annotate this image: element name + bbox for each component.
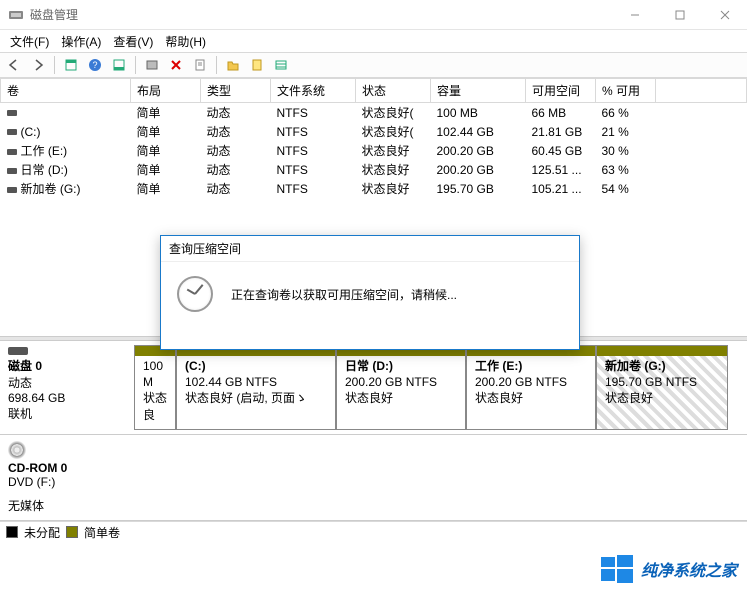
- app-icon: [8, 7, 24, 23]
- window-title: 磁盘管理: [30, 6, 612, 23]
- col-status[interactable]: 状态: [356, 79, 431, 103]
- legend: 未分配 简单卷: [0, 521, 747, 543]
- partition[interactable]: 日常 (D:)200.20 GB NTFS状态良好: [336, 345, 466, 430]
- partition[interactable]: 工作 (E:)200.20 GB NTFS状态良好: [466, 345, 596, 430]
- cdrom-state: 无媒体: [8, 497, 122, 514]
- note-icon[interactable]: [247, 55, 267, 75]
- separator: [54, 56, 55, 74]
- watermark-text: 纯净系统之家: [641, 557, 737, 581]
- col-type[interactable]: 类型: [201, 79, 271, 103]
- separator: [216, 56, 217, 74]
- table-row[interactable]: 工作 (E:)简单动态NTFS状态良好200.20 GB60.45 GB30 %: [1, 141, 747, 160]
- delete-icon[interactable]: [166, 55, 186, 75]
- cdrom-partition-map: [130, 435, 747, 520]
- col-spacer: [656, 79, 747, 103]
- titlebar: 磁盘管理: [0, 0, 747, 30]
- disk-header: 磁盘 0: [8, 357, 122, 374]
- partition[interactable]: (C:)102.44 GB NTFS状态良好 (启动, 页面ゝ: [176, 345, 336, 430]
- menu-help[interactable]: 帮助(H): [159, 31, 212, 52]
- help-icon[interactable]: ?: [85, 55, 105, 75]
- cdrom-info[interactable]: CD-ROM 0 DVD (F:) 无媒体: [0, 435, 130, 520]
- disk-icon: [8, 347, 28, 355]
- shrink-query-dialog: 查询压缩空间 正在查询卷以获取可用压缩空间，请稍候...: [160, 235, 580, 350]
- disk-info[interactable]: 磁盘 0 动态 698.64 GB 联机: [0, 341, 130, 434]
- menu-view[interactable]: 查看(V): [107, 31, 159, 52]
- col-volume[interactable]: 卷: [1, 79, 131, 103]
- forward-button[interactable]: [28, 55, 48, 75]
- disk-row-0: 磁盘 0 动态 698.64 GB 联机 100 M状态良(C:)102.44 …: [0, 341, 747, 435]
- menu-action[interactable]: 操作(A): [55, 31, 107, 52]
- close-button[interactable]: [702, 0, 747, 30]
- dialog-titlebar[interactable]: 查询压缩空间: [161, 236, 579, 262]
- volume-icon: [7, 187, 17, 193]
- toolbar: ?: [0, 52, 747, 78]
- back-button[interactable]: [4, 55, 24, 75]
- legend-unallocated: 未分配: [24, 524, 60, 541]
- folder-icon[interactable]: [223, 55, 243, 75]
- cdrom-header: CD-ROM 0: [8, 461, 122, 475]
- dialog-body: 正在查询卷以获取可用压缩空间，请稍候...: [161, 262, 579, 326]
- volume-icon: [7, 149, 17, 155]
- graphical-view: 磁盘 0 动态 698.64 GB 联机 100 M状态良(C:)102.44 …: [0, 341, 747, 521]
- watermark-icon: [601, 555, 635, 583]
- disk-state: 联机: [8, 405, 122, 422]
- volume-icon: [7, 110, 17, 116]
- dialog-message: 正在查询卷以获取可用压缩空间，请稍候...: [231, 286, 457, 303]
- properties-icon[interactable]: [190, 55, 210, 75]
- table-row[interactable]: 新加卷 (G:)简单动态NTFS状态良好195.70 GB105.21 ...5…: [1, 179, 747, 198]
- disk-size: 698.64 GB: [8, 391, 122, 405]
- menubar: 文件(F) 操作(A) 查看(V) 帮助(H): [0, 30, 747, 52]
- volume-icon: [7, 129, 17, 135]
- separator: [135, 56, 136, 74]
- menu-file[interactable]: 文件(F): [4, 31, 55, 52]
- dialog-title: 查询压缩空间: [169, 240, 241, 257]
- partition[interactable]: 100 M状态良: [134, 345, 176, 430]
- col-capacity[interactable]: 容量: [431, 79, 526, 103]
- swatch-simple: [66, 526, 78, 538]
- table-header-row: 卷 布局 类型 文件系统 状态 容量 可用空间 % 可用: [1, 79, 747, 103]
- swatch-unallocated: [6, 526, 18, 538]
- cdrom-icon: [8, 441, 26, 459]
- col-layout[interactable]: 布局: [131, 79, 201, 103]
- maximize-button[interactable]: [657, 0, 702, 30]
- window-controls: [612, 0, 747, 30]
- list-icon[interactable]: [271, 55, 291, 75]
- table-row[interactable]: 简单动态NTFS状态良好(100 MB66 MB66 %: [1, 103, 747, 123]
- settings-icon[interactable]: [142, 55, 162, 75]
- minimize-button[interactable]: [612, 0, 657, 30]
- view-top-icon[interactable]: [61, 55, 81, 75]
- volume-icon: [7, 168, 17, 174]
- partition[interactable]: 新加卷 (G:)195.70 GB NTFS状态良好: [596, 345, 728, 430]
- disk-type: 动态: [8, 374, 122, 391]
- partition-map: 100 M状态良(C:)102.44 GB NTFS状态良好 (启动, 页面ゝ日…: [130, 341, 747, 434]
- cdrom-sub: DVD (F:): [8, 475, 122, 489]
- watermark: 纯净系统之家: [601, 555, 737, 583]
- col-filesystem[interactable]: 文件系统: [271, 79, 356, 103]
- table-row[interactable]: 日常 (D:)简单动态NTFS状态良好200.20 GB125.51 ...63…: [1, 160, 747, 179]
- volume-table: 卷 布局 类型 文件系统 状态 容量 可用空间 % 可用 简单动态NTFS状态良…: [0, 78, 747, 198]
- col-free[interactable]: 可用空间: [526, 79, 596, 103]
- table-row[interactable]: (C:)简单动态NTFS状态良好(102.44 GB21.81 GB21 %: [1, 122, 747, 141]
- view-bottom-icon[interactable]: [109, 55, 129, 75]
- svg-text:?: ?: [92, 60, 97, 70]
- col-pct[interactable]: % 可用: [596, 79, 656, 103]
- disk-row-cdrom: CD-ROM 0 DVD (F:) 无媒体: [0, 435, 747, 521]
- legend-simple: 简单卷: [84, 524, 120, 541]
- clock-icon: [177, 276, 213, 312]
